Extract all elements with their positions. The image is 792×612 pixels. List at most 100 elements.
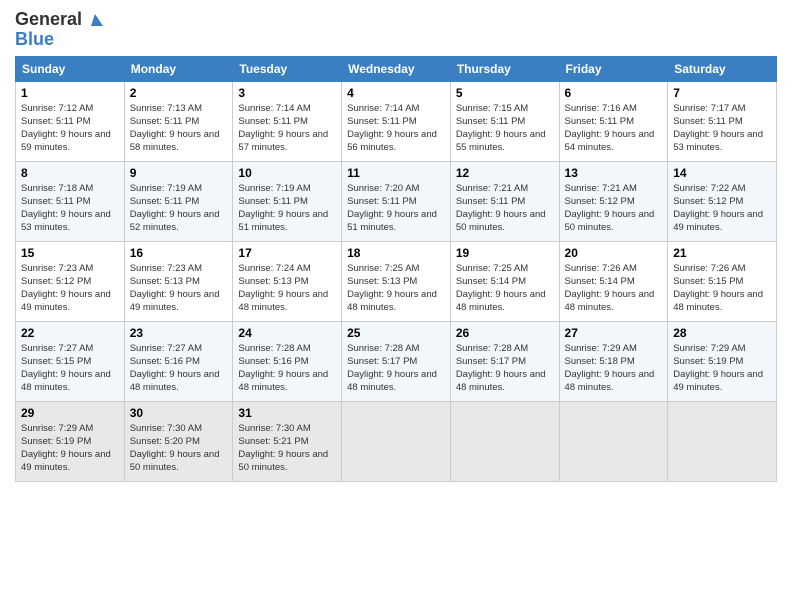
- weekday-header-wednesday: Wednesday: [342, 56, 451, 81]
- calendar-cell: 19 Sunrise: 7:25 AMSunset: 5:14 PMDaylig…: [450, 241, 559, 321]
- day-info: Sunrise: 7:21 AMSunset: 5:12 PMDaylight:…: [565, 183, 655, 234]
- calendar-cell: 7 Sunrise: 7:17 AMSunset: 5:11 PMDayligh…: [668, 81, 777, 161]
- day-number: 13: [565, 166, 663, 180]
- day-info: Sunrise: 7:29 AMSunset: 5:19 PMDaylight:…: [21, 423, 111, 474]
- logo-icon: [87, 12, 103, 28]
- calendar-cell: 20 Sunrise: 7:26 AMSunset: 5:14 PMDaylig…: [559, 241, 668, 321]
- day-info: Sunrise: 7:25 AMSunset: 5:14 PMDaylight:…: [456, 263, 546, 314]
- day-number: 15: [21, 246, 119, 260]
- header-area: General Blue: [15, 10, 777, 50]
- day-info: Sunrise: 7:29 AMSunset: 5:18 PMDaylight:…: [565, 343, 655, 394]
- day-number: 8: [21, 166, 119, 180]
- day-info: Sunrise: 7:20 AMSunset: 5:11 PMDaylight:…: [347, 183, 437, 234]
- logo-blue: Blue: [15, 30, 103, 50]
- day-info: Sunrise: 7:29 AMSunset: 5:19 PMDaylight:…: [673, 343, 763, 394]
- day-info: Sunrise: 7:28 AMSunset: 5:16 PMDaylight:…: [238, 343, 328, 394]
- calendar-cell: 14 Sunrise: 7:22 AMSunset: 5:12 PMDaylig…: [668, 161, 777, 241]
- day-number: 10: [238, 166, 336, 180]
- day-info: Sunrise: 7:25 AMSunset: 5:13 PMDaylight:…: [347, 263, 437, 314]
- calendar-cell: 28 Sunrise: 7:29 AMSunset: 5:19 PMDaylig…: [668, 321, 777, 401]
- weekday-header-thursday: Thursday: [450, 56, 559, 81]
- day-number: 12: [456, 166, 554, 180]
- day-info: Sunrise: 7:26 AMSunset: 5:14 PMDaylight:…: [565, 263, 655, 314]
- day-number: 5: [456, 86, 554, 100]
- calendar-table: SundayMondayTuesdayWednesdayThursdayFrid…: [15, 56, 777, 482]
- day-number: 14: [673, 166, 771, 180]
- day-info: Sunrise: 7:30 AMSunset: 5:20 PMDaylight:…: [130, 423, 220, 474]
- calendar-cell: 1 Sunrise: 7:12 AMSunset: 5:11 PMDayligh…: [16, 81, 125, 161]
- weekday-header-friday: Friday: [559, 56, 668, 81]
- day-info: Sunrise: 7:30 AMSunset: 5:21 PMDaylight:…: [238, 423, 328, 474]
- day-number: 9: [130, 166, 228, 180]
- weekday-header-tuesday: Tuesday: [233, 56, 342, 81]
- calendar-cell: 18 Sunrise: 7:25 AMSunset: 5:13 PMDaylig…: [342, 241, 451, 321]
- calendar-cell: 23 Sunrise: 7:27 AMSunset: 5:16 PMDaylig…: [124, 321, 233, 401]
- day-number: 1: [21, 86, 119, 100]
- day-number: 4: [347, 86, 445, 100]
- calendar-cell: 3 Sunrise: 7:14 AMSunset: 5:11 PMDayligh…: [233, 81, 342, 161]
- day-info: Sunrise: 7:15 AMSunset: 5:11 PMDaylight:…: [456, 103, 546, 154]
- day-info: Sunrise: 7:19 AMSunset: 5:11 PMDaylight:…: [238, 183, 328, 234]
- day-number: 16: [130, 246, 228, 260]
- day-info: Sunrise: 7:14 AMSunset: 5:11 PMDaylight:…: [347, 103, 437, 154]
- day-info: Sunrise: 7:23 AMSunset: 5:12 PMDaylight:…: [21, 263, 111, 314]
- weekday-header-monday: Monday: [124, 56, 233, 81]
- calendar-cell: 16 Sunrise: 7:23 AMSunset: 5:13 PMDaylig…: [124, 241, 233, 321]
- calendar-cell: 26 Sunrise: 7:28 AMSunset: 5:17 PMDaylig…: [450, 321, 559, 401]
- day-info: Sunrise: 7:24 AMSunset: 5:13 PMDaylight:…: [238, 263, 328, 314]
- calendar-cell: [450, 401, 559, 481]
- calendar-cell: 6 Sunrise: 7:16 AMSunset: 5:11 PMDayligh…: [559, 81, 668, 161]
- day-number: 30: [130, 406, 228, 420]
- day-number: 6: [565, 86, 663, 100]
- calendar-cell: 29 Sunrise: 7:29 AMSunset: 5:19 PMDaylig…: [16, 401, 125, 481]
- day-number: 19: [456, 246, 554, 260]
- day-number: 24: [238, 326, 336, 340]
- day-number: 7: [673, 86, 771, 100]
- day-info: Sunrise: 7:16 AMSunset: 5:11 PMDaylight:…: [565, 103, 655, 154]
- calendar-cell: [559, 401, 668, 481]
- weekday-header-saturday: Saturday: [668, 56, 777, 81]
- day-info: Sunrise: 7:18 AMSunset: 5:11 PMDaylight:…: [21, 183, 111, 234]
- calendar-cell: 31 Sunrise: 7:30 AMSunset: 5:21 PMDaylig…: [233, 401, 342, 481]
- calendar-cell: 10 Sunrise: 7:19 AMSunset: 5:11 PMDaylig…: [233, 161, 342, 241]
- day-number: 11: [347, 166, 445, 180]
- calendar-cell: 30 Sunrise: 7:30 AMSunset: 5:20 PMDaylig…: [124, 401, 233, 481]
- calendar-cell: [668, 401, 777, 481]
- day-info: Sunrise: 7:19 AMSunset: 5:11 PMDaylight:…: [130, 183, 220, 234]
- day-info: Sunrise: 7:21 AMSunset: 5:11 PMDaylight:…: [456, 183, 546, 234]
- calendar-cell: 22 Sunrise: 7:27 AMSunset: 5:15 PMDaylig…: [16, 321, 125, 401]
- calendar-cell: 25 Sunrise: 7:28 AMSunset: 5:17 PMDaylig…: [342, 321, 451, 401]
- day-info: Sunrise: 7:27 AMSunset: 5:16 PMDaylight:…: [130, 343, 220, 394]
- day-info: Sunrise: 7:17 AMSunset: 5:11 PMDaylight:…: [673, 103, 763, 154]
- day-number: 31: [238, 406, 336, 420]
- day-info: Sunrise: 7:13 AMSunset: 5:11 PMDaylight:…: [130, 103, 220, 154]
- calendar-cell: 8 Sunrise: 7:18 AMSunset: 5:11 PMDayligh…: [16, 161, 125, 241]
- calendar-cell: 24 Sunrise: 7:28 AMSunset: 5:16 PMDaylig…: [233, 321, 342, 401]
- logo: General Blue: [15, 10, 103, 50]
- calendar-cell: 4 Sunrise: 7:14 AMSunset: 5:11 PMDayligh…: [342, 81, 451, 161]
- day-info: Sunrise: 7:28 AMSunset: 5:17 PMDaylight:…: [456, 343, 546, 394]
- day-number: 17: [238, 246, 336, 260]
- weekday-header-sunday: Sunday: [16, 56, 125, 81]
- calendar-cell: 2 Sunrise: 7:13 AMSunset: 5:11 PMDayligh…: [124, 81, 233, 161]
- calendar-cell: 13 Sunrise: 7:21 AMSunset: 5:12 PMDaylig…: [559, 161, 668, 241]
- calendar-cell: [342, 401, 451, 481]
- day-number: 28: [673, 326, 771, 340]
- day-number: 25: [347, 326, 445, 340]
- day-info: Sunrise: 7:22 AMSunset: 5:12 PMDaylight:…: [673, 183, 763, 234]
- day-info: Sunrise: 7:14 AMSunset: 5:11 PMDaylight:…: [238, 103, 328, 154]
- calendar-cell: 21 Sunrise: 7:26 AMSunset: 5:15 PMDaylig…: [668, 241, 777, 321]
- day-number: 27: [565, 326, 663, 340]
- day-info: Sunrise: 7:23 AMSunset: 5:13 PMDaylight:…: [130, 263, 220, 314]
- day-number: 2: [130, 86, 228, 100]
- day-number: 22: [21, 326, 119, 340]
- calendar-cell: 9 Sunrise: 7:19 AMSunset: 5:11 PMDayligh…: [124, 161, 233, 241]
- logo-general: General: [15, 10, 103, 30]
- day-number: 3: [238, 86, 336, 100]
- main-container: General Blue SundayMondayTuesdayWednesda…: [0, 0, 792, 492]
- day-number: 29: [21, 406, 119, 420]
- calendar-cell: 17 Sunrise: 7:24 AMSunset: 5:13 PMDaylig…: [233, 241, 342, 321]
- day-number: 23: [130, 326, 228, 340]
- day-number: 20: [565, 246, 663, 260]
- calendar-cell: 27 Sunrise: 7:29 AMSunset: 5:18 PMDaylig…: [559, 321, 668, 401]
